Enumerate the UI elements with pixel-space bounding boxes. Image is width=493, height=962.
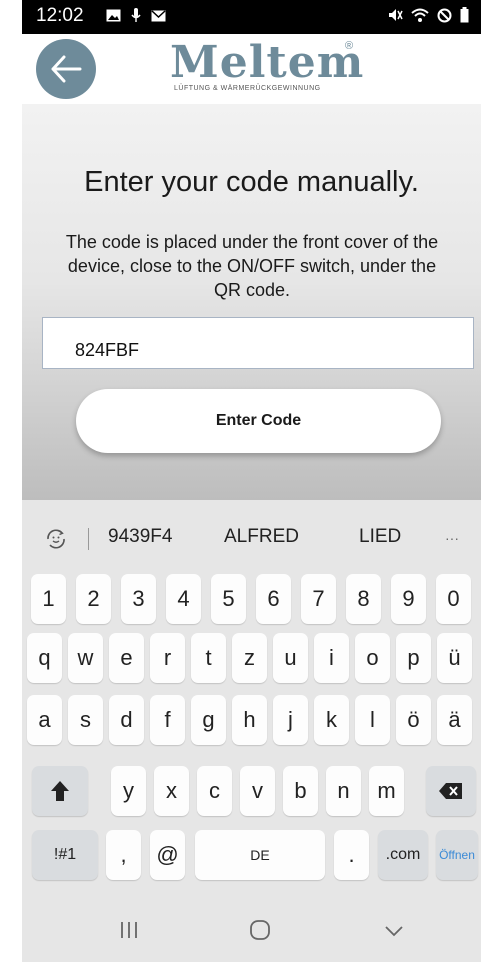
frame-right (481, 0, 493, 962)
key-c[interactable]: c (197, 766, 232, 816)
key-o[interactable]: o (355, 633, 390, 683)
logo-wordmark: Meltem (170, 37, 365, 88)
arrow-left-icon (51, 55, 82, 83)
meltem-logo: Meltem ® LÜFTUNG & WÄRMERÜCKGEWINNUNG (170, 40, 363, 100)
key-b[interactable]: b (283, 766, 318, 816)
back-button[interactable] (36, 39, 96, 99)
key-z[interactable]: z (232, 633, 267, 683)
key-a-umlaut[interactable]: ä (437, 695, 472, 745)
key-2[interactable]: 2 (76, 574, 111, 624)
home-icon[interactable] (249, 919, 271, 941)
backspace-icon (439, 783, 462, 799)
battery-icon (460, 7, 469, 23)
suggestion-3[interactable]: LIED (359, 526, 401, 548)
suggestion-1[interactable]: 9439F4 (108, 526, 172, 548)
space-key[interactable]: DE (195, 830, 325, 880)
period-key[interactable]: . (334, 830, 369, 880)
key-t[interactable]: t (191, 633, 226, 683)
app-header: Meltem ® LÜFTUNG & WÄRMERÜCKGEWINNUNG (22, 34, 481, 104)
key-j[interactable]: j (273, 695, 308, 745)
key-4[interactable]: 4 (166, 574, 201, 624)
instructions-text: The code is placed under the front cover… (65, 232, 439, 300)
key-1[interactable]: 1 (31, 574, 66, 624)
key-f[interactable]: f (150, 695, 185, 745)
key-w[interactable]: w (68, 633, 103, 683)
suggestion-bar: 9439F4 ALFRED LIED ··· (22, 518, 481, 558)
key-3[interactable]: 3 (121, 574, 156, 624)
code-input[interactable]: 824FBF (42, 317, 474, 369)
key-k[interactable]: k (314, 695, 349, 745)
key-y[interactable]: y (111, 766, 146, 816)
microphone-icon (131, 8, 141, 22)
key-o-umlaut[interactable]: ö (396, 695, 431, 745)
code-entry-panel: Enter your code manually. The code is pl… (22, 104, 481, 500)
key-u[interactable]: u (273, 633, 308, 683)
key-s[interactable]: s (68, 695, 103, 745)
at-key[interactable]: @ (150, 830, 185, 880)
wifi-icon (411, 8, 429, 22)
back-chevron-icon[interactable] (384, 924, 404, 938)
key-9[interactable]: 9 (391, 574, 426, 624)
frame-left (0, 0, 22, 962)
mute-vibrate-icon (389, 9, 403, 21)
key-a[interactable]: a (27, 695, 62, 745)
status-bar: 12:02 (22, 0, 481, 34)
key-v[interactable]: v (240, 766, 275, 816)
dotcom-key[interactable]: .com (378, 830, 428, 880)
mail-icon (151, 9, 166, 21)
key-0[interactable]: 0 (436, 574, 471, 624)
logo-subtitle: LÜFTUNG & WÄRMERÜCKGEWINNUNG (174, 85, 321, 92)
suggestion-2[interactable]: ALFRED (224, 526, 299, 548)
suggestion-divider (88, 528, 89, 550)
do-not-disturb-icon (437, 8, 452, 22)
recent-apps-icon[interactable] (119, 920, 139, 940)
key-x[interactable]: x (154, 766, 189, 816)
backspace-key[interactable] (426, 766, 476, 816)
comma-key[interactable]: , (106, 830, 141, 880)
key-5[interactable]: 5 (211, 574, 246, 624)
keyboard: 9439F4 ALFRED LIED ··· 1 2 3 4 5 6 7 8 9… (22, 500, 481, 898)
status-time: 12:02 (36, 5, 84, 26)
key-p[interactable]: p (396, 633, 431, 683)
key-r[interactable]: r (150, 633, 185, 683)
system-navigation-bar (22, 898, 481, 962)
key-6[interactable]: 6 (256, 574, 291, 624)
key-l[interactable]: l (355, 695, 390, 745)
symbols-key[interactable]: !#1 (32, 830, 98, 880)
key-m[interactable]: m (369, 766, 404, 816)
key-u-umlaut[interactable]: ü (437, 633, 472, 683)
gallery-icon (106, 9, 121, 22)
more-suggestions-button[interactable]: ··· (445, 530, 459, 546)
enter-code-button[interactable]: Enter Code (76, 389, 441, 453)
shift-key[interactable] (32, 766, 88, 816)
key-q[interactable]: q (27, 633, 62, 683)
page-title: Enter your code manually. (84, 166, 419, 198)
key-g[interactable]: g (191, 695, 226, 745)
open-enter-key[interactable]: Öffnen (436, 830, 478, 880)
key-e[interactable]: e (109, 633, 144, 683)
key-7[interactable]: 7 (301, 574, 336, 624)
key-d[interactable]: d (109, 695, 144, 745)
shift-arrow-icon (51, 781, 69, 801)
logo-registered-mark: ® (345, 40, 354, 52)
key-n[interactable]: n (326, 766, 361, 816)
key-i[interactable]: i (314, 633, 349, 683)
key-h[interactable]: h (232, 695, 267, 745)
key-8[interactable]: 8 (346, 574, 381, 624)
smiley-refresh-icon[interactable] (44, 527, 68, 551)
